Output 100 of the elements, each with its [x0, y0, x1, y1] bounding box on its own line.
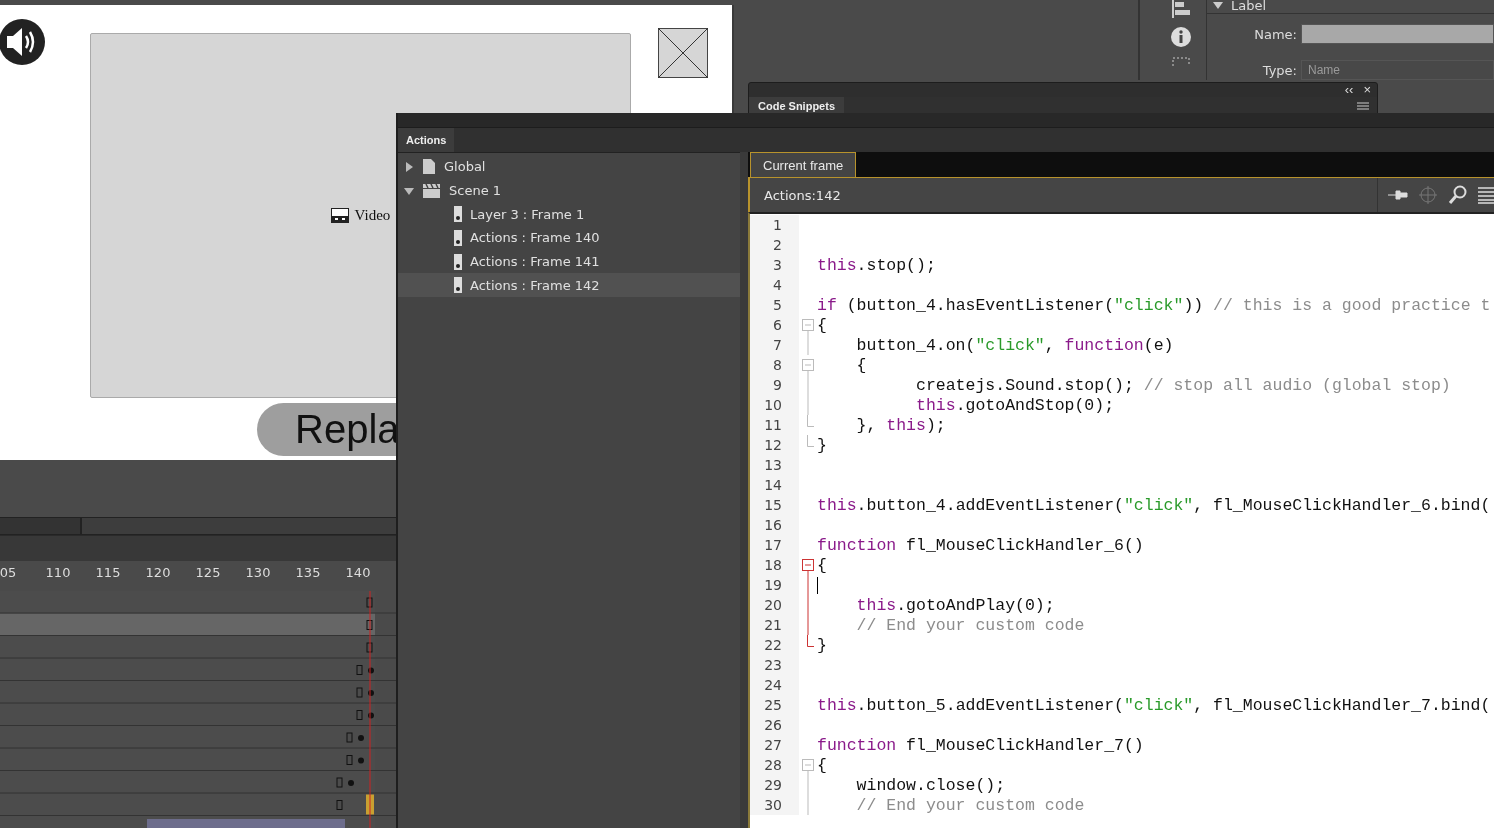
line-number: 28: [750, 755, 799, 775]
code-line: }: [817, 435, 827, 455]
panel-tab[interactable]: Actions: [398, 128, 455, 152]
collapse-arrow-icon[interactable]: [1213, 1, 1223, 10]
keyframe-icon: [454, 229, 462, 246]
code-line: {: [817, 315, 827, 335]
code-line: {: [817, 555, 827, 575]
line-number: 20: [750, 595, 799, 615]
line-number: 27: [750, 735, 799, 755]
line-number: 15: [750, 495, 799, 515]
scrollbar-thumb[interactable]: [0, 518, 82, 534]
code-line: createjs.Sound.stop(); // stop all audio (global stop): [915, 375, 1451, 395]
code-editor[interactable]: [748, 212, 1494, 828]
text-field[interactable]: Name: [1301, 60, 1494, 80]
fold-toggle-icon[interactable]: [802, 759, 814, 775]
keyframe-icon: [454, 206, 462, 223]
tree-item[interactable]: Actions : Frame 140: [398, 226, 740, 250]
section-title: Label: [1231, 0, 1267, 13]
keyframe-icon: [454, 277, 462, 294]
search-icon[interactable]: [1448, 185, 1468, 205]
tree-item-label: Scene 1: [449, 183, 502, 199]
editor-tab[interactable]: Current frame: [750, 152, 857, 177]
keyframe-icon: [454, 253, 462, 270]
tree-item-label: Actions : Frame 142: [470, 277, 600, 293]
line-number: 12: [750, 435, 799, 455]
tree-item[interactable]: Actions : Frame 141: [398, 249, 740, 274]
document-icon: [422, 158, 436, 176]
text-field[interactable]: [1301, 24, 1494, 44]
line-number: 11: [750, 415, 799, 435]
ruler-label: 130: [245, 565, 271, 580]
collapse-button[interactable]: ‹‹: [1344, 84, 1354, 96]
line-number: 10: [750, 395, 799, 415]
pin-icon[interactable]: [1388, 188, 1408, 202]
code-line: this.gotoAndStop(0);: [915, 395, 1115, 415]
code-line: // End your custom code: [855, 615, 1085, 635]
code-line: }: [817, 635, 827, 655]
tree-item-label: Actions : Frame 140: [470, 230, 600, 246]
line-number: 25: [750, 695, 799, 715]
code-line: window.close();: [855, 775, 1006, 795]
code-line: button_4.on("click", function(e): [855, 335, 1174, 355]
collapse-arrow-icon[interactable]: [404, 185, 414, 196]
fold-toggle-icon[interactable]: [802, 319, 814, 335]
script-location: Actions:142: [763, 187, 841, 203]
line-number: 18: [750, 555, 799, 575]
video-label: Video: [354, 207, 391, 224]
info-icon[interactable]: [1170, 26, 1192, 48]
line-number: 8: [750, 355, 799, 375]
ruler-label: 135: [295, 565, 321, 580]
tree-item[interactable]: Global: [398, 155, 740, 179]
tree-item-label: Global: [444, 159, 486, 175]
line-number: 16: [750, 515, 799, 535]
close-placeholder-icon[interactable]: [658, 28, 708, 78]
fold-toggle-icon[interactable]: [802, 559, 814, 575]
speaker-icon[interactable]: [0, 18, 46, 66]
line-number: 4: [750, 275, 799, 295]
code-line: }, this);: [855, 415, 946, 435]
tree-item[interactable]: Actions : Frame 142: [398, 273, 740, 298]
code-line: this.gotoAndPlay(0);: [855, 595, 1055, 615]
line-number: 14: [750, 475, 799, 495]
line-number: 19: [750, 575, 799, 595]
menu-icon[interactable]: [1357, 101, 1369, 111]
film-icon: [330, 208, 349, 223]
line-number: 7: [750, 335, 799, 355]
align-icon[interactable]: [1171, 0, 1191, 18]
line-number: 21: [750, 615, 799, 635]
tree-item-label: Actions : Frame 141: [470, 254, 600, 270]
transform-icon[interactable]: [1171, 56, 1191, 66]
ruler-label: 120: [145, 565, 171, 580]
line-number: 3: [750, 255, 799, 275]
code-line: this.button_5.addEventListener("click", fl_MouseClickHandler_7.bind(: [817, 695, 1491, 715]
line-number: 29: [750, 775, 799, 795]
line-number: 24: [750, 675, 799, 695]
scrollbar[interactable]: [0, 517, 396, 535]
code-line: this.button_4.addEventListener("click", fl_MouseClickHandler_6.bind(: [817, 495, 1491, 515]
menu-icon[interactable]: [1478, 186, 1494, 204]
expand-arrow-icon[interactable]: [404, 161, 414, 172]
code-line: function fl_MouseClickHandler_6(): [817, 535, 1144, 555]
tree-item-label: Layer 3 : Frame 1: [470, 206, 585, 222]
line-number: 9: [750, 375, 799, 395]
code-line: if (button_4.hasEventListener("click")) // this is a good practice t: [817, 295, 1491, 315]
line-number: 23: [750, 655, 799, 675]
line-number: 26: [750, 715, 799, 735]
field-label: Name:: [1253, 26, 1298, 42]
line-number: 6: [750, 315, 799, 335]
code-line: function fl_MouseClickHandler_7(): [817, 735, 1144, 755]
tree-item[interactable]: Layer 3 : Frame 1: [398, 202, 740, 227]
tree-item[interactable]: Scene 1: [398, 178, 740, 203]
ruler-label: 05: [0, 565, 17, 580]
ruler-label: 125: [195, 565, 221, 580]
line-number: 13: [750, 455, 799, 475]
clapperboard-icon: [422, 182, 441, 199]
replay-button[interactable]: Repla: [257, 403, 396, 456]
fold-toggle-icon[interactable]: [802, 359, 814, 375]
ruler-label: 110: [45, 565, 71, 580]
close-button[interactable]: ×: [1363, 84, 1371, 96]
line-number: 5: [750, 295, 799, 315]
code-line: {: [855, 355, 867, 375]
line-number: 1: [750, 215, 799, 235]
line-number: 30: [750, 795, 799, 815]
ruler-label: 115: [95, 565, 121, 580]
